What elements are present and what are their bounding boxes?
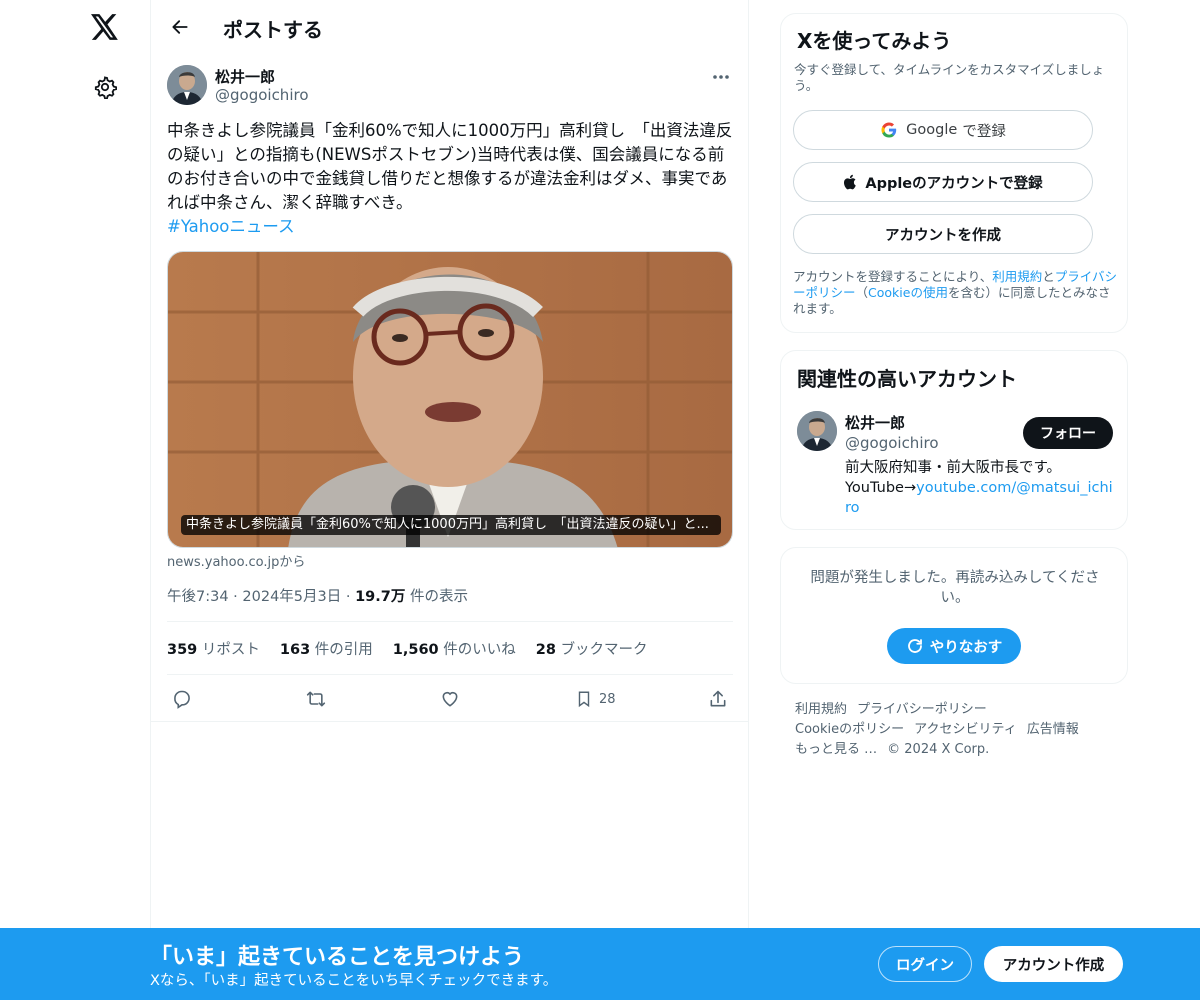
apple-icon <box>844 174 857 190</box>
page-title: ポストする <box>223 18 323 42</box>
related-account-handle[interactable]: @gogoichiro <box>845 434 939 452</box>
tweet-meta: 午後7:34 · 2024年5月3日 · 19.7万 件の表示 <box>167 589 468 605</box>
reposts-stat[interactable]: 359 リポスト <box>167 638 260 659</box>
login-button[interactable]: ログイン <box>878 946 972 982</box>
related-account-bio: 前大阪府知事・前大阪市長です。 YouTube→youtube.com/@mat… <box>845 460 1113 516</box>
media-caption: 中条きよし参院議員「金利60%で知人に1000万円」高利貸し 「出資法違反の疑い… <box>181 515 721 535</box>
views-count: 19.7万 <box>355 589 406 605</box>
tweet-text: 中条きよし参院議員「金利60%で知人に1000万円」高利貸し 「出資法違反の疑い… <box>167 119 733 239</box>
create-account-button[interactable]: アカウントを作成 <box>793 214 1093 254</box>
login-banner: 「いま」起きていることを見つけよう Xなら、「いま」起きていることをいち早くチェ… <box>0 928 1200 1000</box>
news-photo <box>168 252 732 547</box>
link-card-media[interactable]: 中条きよし参院議員「金利60%で知人に1000万円」高利貸し 「出資法違反の疑い… <box>167 251 733 548</box>
arrow-left-icon[interactable] <box>165 12 195 42</box>
tweet-time[interactable]: 午後7:34 <box>167 589 229 605</box>
signup-title: Xを使ってみよう <box>797 29 952 53</box>
divider <box>151 721 749 722</box>
signup-subtitle: 今すぐ登録して、タイムラインをカスタマイズしましょう。 <box>794 62 1105 93</box>
bookmarks-stat[interactable]: 28 ブックマーク <box>536 638 648 659</box>
reply-icon[interactable] <box>167 686 197 712</box>
avatar[interactable] <box>167 65 207 105</box>
footer-link-ads[interactable]: 広告情報 <box>1027 722 1079 737</box>
footer-link-cookie[interactable]: Cookieのポリシー <box>795 722 904 737</box>
divider <box>167 621 733 622</box>
more-options-icon[interactable] <box>709 67 733 87</box>
google-icon <box>881 122 897 138</box>
retry-button[interactable]: やりなおす <box>887 628 1021 664</box>
top-bar: ポストする <box>151 0 749 53</box>
media-source[interactable]: news.yahoo.co.jpから <box>167 551 305 570</box>
error-message: 問題が発生しました。再読み込みしてください。 <box>810 570 1100 606</box>
quotes-stat[interactable]: 163 件の引用 <box>280 638 373 659</box>
footer-links: 利用規約 プライバシーポリシー Cookieのポリシー アクセシビリティ 広告情報 も… <box>795 700 1115 760</box>
signup-button[interactable]: アカウント作成 <box>984 946 1123 982</box>
banner-title: 「いま」起きていることを見つけよう <box>150 945 525 970</box>
cookie-link[interactable]: Cookieの使用 <box>868 285 948 300</box>
legal-text: アカウントを登録することにより、利用規約とプライバシーポリシー（Cookieの使… <box>793 269 1118 316</box>
gear-icon[interactable] <box>91 73 119 101</box>
tweet-stats: 359 リポスト 163 件の引用 1,560 件のいいね 28 ブックマーク <box>167 638 648 659</box>
footer-link-privacy[interactable]: プライバシーポリシー <box>857 702 987 717</box>
share-icon[interactable] <box>703 686 733 712</box>
likes-stat[interactable]: 1,560 件のいいね <box>393 638 516 659</box>
views-label: 件の表示 <box>409 589 468 605</box>
bookmark-count: 28 <box>599 692 616 707</box>
related-title: 関連性の高いアカウント <box>797 367 1017 391</box>
author-name[interactable]: 松井一郎 <box>215 66 275 87</box>
tweet-actions: 28 <box>167 684 733 714</box>
follow-button[interactable]: フォロー <box>1023 417 1113 449</box>
copyright: © 2024 X Corp. <box>887 742 990 757</box>
author-handle[interactable]: @gogoichiro <box>215 86 309 104</box>
tweet-body: 中条きよし参院議員「金利60%で知人に1000万円」高利貸し 「出資法違反の疑い… <box>167 121 733 212</box>
related-accounts-card: 関連性の高いアカウント 松井一郎 @gogoichiro フォロー 前大阪府知事… <box>780 350 1128 530</box>
bookmark-icon[interactable] <box>569 686 599 712</box>
heart-icon[interactable] <box>435 686 465 712</box>
signup-card: Xを使ってみよう 今すぐ登録して、タイムラインをカスタマイズしましょう。 Goo… <box>780 13 1128 333</box>
apple-signup-button[interactable]: Appleのアカウントで登録 <box>793 162 1093 202</box>
footer-link-accessibility[interactable]: アクセシビリティ <box>914 722 1017 737</box>
error-card: 問題が発生しました。再読み込みしてください。 やりなおす <box>780 547 1128 684</box>
left-nav <box>0 0 150 1000</box>
footer-link-terms[interactable]: 利用規約 <box>795 702 847 717</box>
repost-icon[interactable] <box>301 686 331 712</box>
refresh-icon <box>907 639 922 653</box>
avatar[interactable] <box>797 411 837 451</box>
related-account-name[interactable]: 松井一郎 <box>845 412 905 433</box>
hashtag-link[interactable]: #Yahooニュース <box>167 215 733 239</box>
divider <box>167 674 733 675</box>
banner-subtitle: Xなら、「いま」起きていることをいち早くチェックできます。 <box>150 973 558 989</box>
footer-link-more[interactable]: もっと見る … <box>795 742 877 757</box>
google-signup-button[interactable]: Google で登録 <box>793 110 1093 150</box>
x-logo-icon[interactable] <box>88 10 122 44</box>
tweet-author: 松井一郎 @gogoichiro <box>167 65 733 107</box>
tweet-date[interactable]: 2024年5月3日 <box>242 589 341 605</box>
terms-link[interactable]: 利用規約 <box>992 269 1042 284</box>
main-column: ポストする 松井一郎 @gogoichiro 中条きよし参院議員「金利60%で知… <box>150 0 749 1000</box>
